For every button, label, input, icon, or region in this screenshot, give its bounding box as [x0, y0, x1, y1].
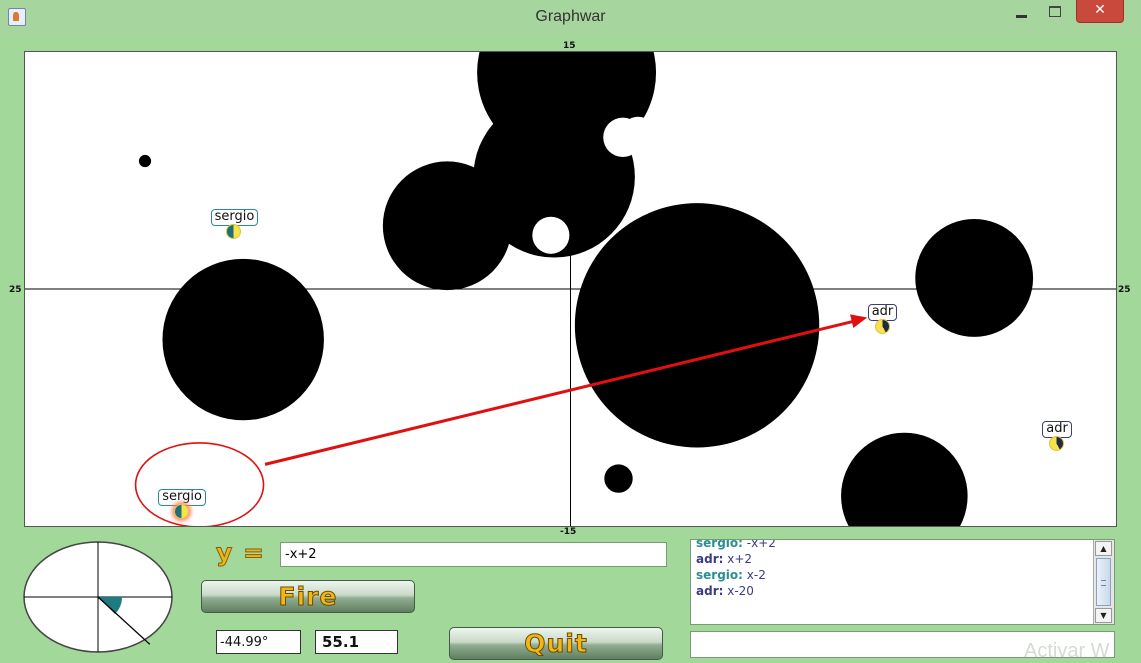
minimize-button[interactable] [1008, 0, 1035, 24]
player-avatar-icon [1049, 435, 1065, 451]
obstacle [841, 432, 968, 526]
obstacle [574, 203, 820, 448]
chat-line-author: adr: [696, 552, 724, 566]
board-canvas [25, 52, 1116, 526]
power-readout: 55.1 [315, 630, 398, 654]
obstacle-hole [620, 116, 656, 152]
chat-scrollbar[interactable]: ▲ ▼ [1093, 540, 1114, 624]
player-avatar-icon [874, 318, 890, 334]
player-avatar-icon [174, 503, 190, 519]
equation-label: y = [216, 538, 265, 568]
quit-button[interactable]: Quit [449, 627, 663, 660]
chat-line-author: adr: [696, 584, 724, 598]
function-input[interactable] [280, 542, 667, 567]
obstacle [915, 219, 1034, 337]
obstacle [604, 464, 633, 493]
chat-line: sergio: x-2 [696, 567, 776, 583]
chat-log-lines: sergio: -x+2 adr: x+2 sergio: x-2 adr: x-20 [696, 539, 776, 599]
maximize-button[interactable] [1040, 0, 1068, 24]
chat-line-text: x-20 [723, 584, 754, 598]
player-adr: adr [853, 300, 913, 334]
obstacle [382, 161, 512, 291]
close-icon: ✕ [1094, 2, 1106, 18]
game-board[interactable]: sergio adr adr sergio [24, 51, 1117, 527]
chat-line-text: x-2 [742, 568, 766, 582]
player-sergio: sergio [152, 485, 212, 519]
angle-dial[interactable] [23, 541, 173, 653]
fire-button[interactable]: Fire [201, 580, 415, 613]
window-title: Graphwar [535, 8, 606, 25]
y-max-tick-label: 15 [563, 41, 576, 51]
chat-line: sergio: -x+2 [696, 539, 776, 551]
scroll-up-button[interactable]: ▲ [1095, 541, 1112, 556]
title-bar: Graphwar ✕ [0, 0, 1141, 37]
arrow-up-icon: ▲ [1100, 544, 1107, 553]
x-max-tick-label: 25 [1118, 285, 1131, 295]
player-adr: adr [1027, 417, 1087, 451]
obstacle-hole [532, 216, 570, 254]
chat-line-text: x+2 [723, 552, 753, 566]
arrow-down-icon: ▼ [1100, 611, 1107, 620]
chat-log[interactable]: sergio: -x+2 adr: x+2 sergio: x-2 adr: x-20… [690, 539, 1115, 625]
chat-line: adr: x-20 [696, 583, 776, 599]
scroll-down-button[interactable]: ▼ [1095, 608, 1112, 623]
chat-line-author: sergio: [696, 568, 743, 582]
obstacle [138, 154, 152, 168]
y-min-tick-label: -15 [560, 527, 577, 537]
close-button[interactable]: ✕ [1076, 0, 1124, 23]
chat-line-text: -x+2 [742, 539, 776, 550]
obstacle [162, 258, 324, 421]
chat-line-author: sergio: [696, 539, 743, 550]
chat-line: adr: x+2 [696, 551, 776, 567]
player-sergio: sergio [204, 205, 264, 240]
angle-readout: -44.99° [216, 630, 301, 654]
x-min-tick-label: 25 [9, 285, 22, 295]
scroll-thumb[interactable] [1096, 558, 1111, 606]
